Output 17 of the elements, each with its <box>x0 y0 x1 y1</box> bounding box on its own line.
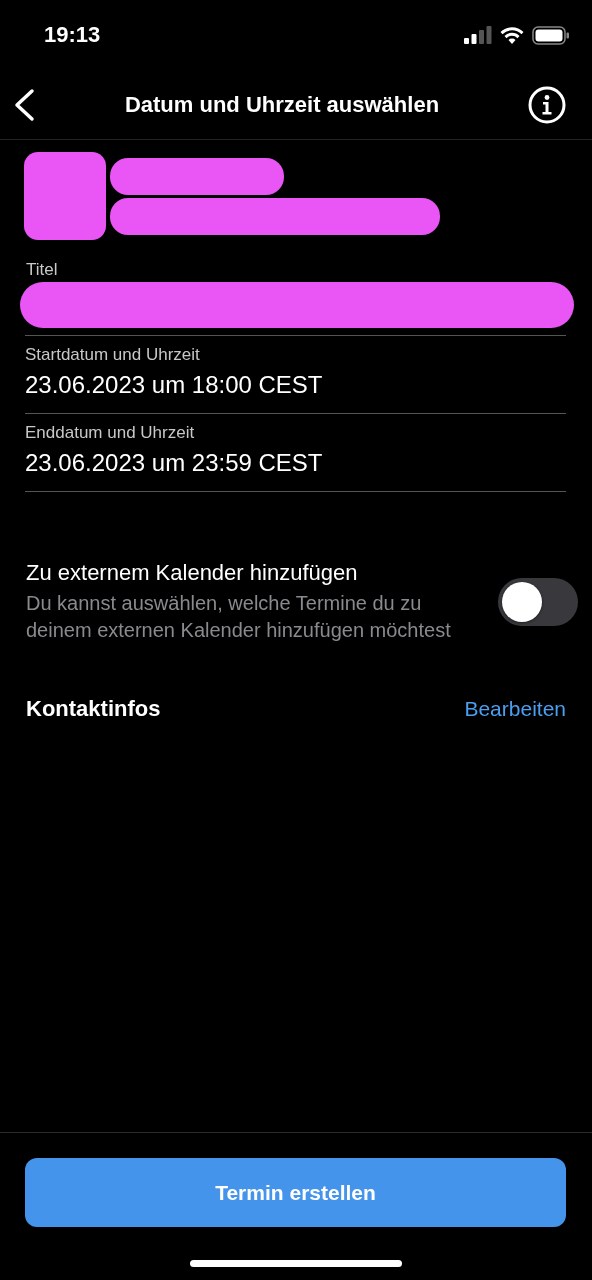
toggle-switch[interactable] <box>498 578 578 626</box>
field-label: Titel <box>25 259 59 281</box>
field-label: Startdatum und Uhrzeit <box>25 345 201 365</box>
wifi-icon <box>500 26 524 44</box>
screen-title: Datum und Uhrzeit auswählen <box>124 91 440 118</box>
setting-title: Zu externem Kalender hinzufügen <box>26 560 359 586</box>
date-time-value[interactable]: 23.06.2023 um 23:59 CEST <box>25 449 566 477</box>
battery-icon <box>532 25 570 45</box>
field-label: Enddatum und Uhrzeit <box>25 423 196 443</box>
status-time: 19:13 <box>44 22 101 48</box>
date-time-value[interactable]: 23.06.2023 um 18:00 CEST <box>25 371 566 399</box>
info-button[interactable] <box>528 85 566 124</box>
signal-icon <box>464 26 492 44</box>
setting-description: Du kannst auswählen, welche Termine du zu deinem externen Kalender hinzufügen möchtest <box>26 591 452 643</box>
back-button[interactable] <box>12 87 36 122</box>
edit-link[interactable]: Bearbeiten <box>464 697 566 721</box>
section-title: Kontaktinfos <box>26 696 161 722</box>
